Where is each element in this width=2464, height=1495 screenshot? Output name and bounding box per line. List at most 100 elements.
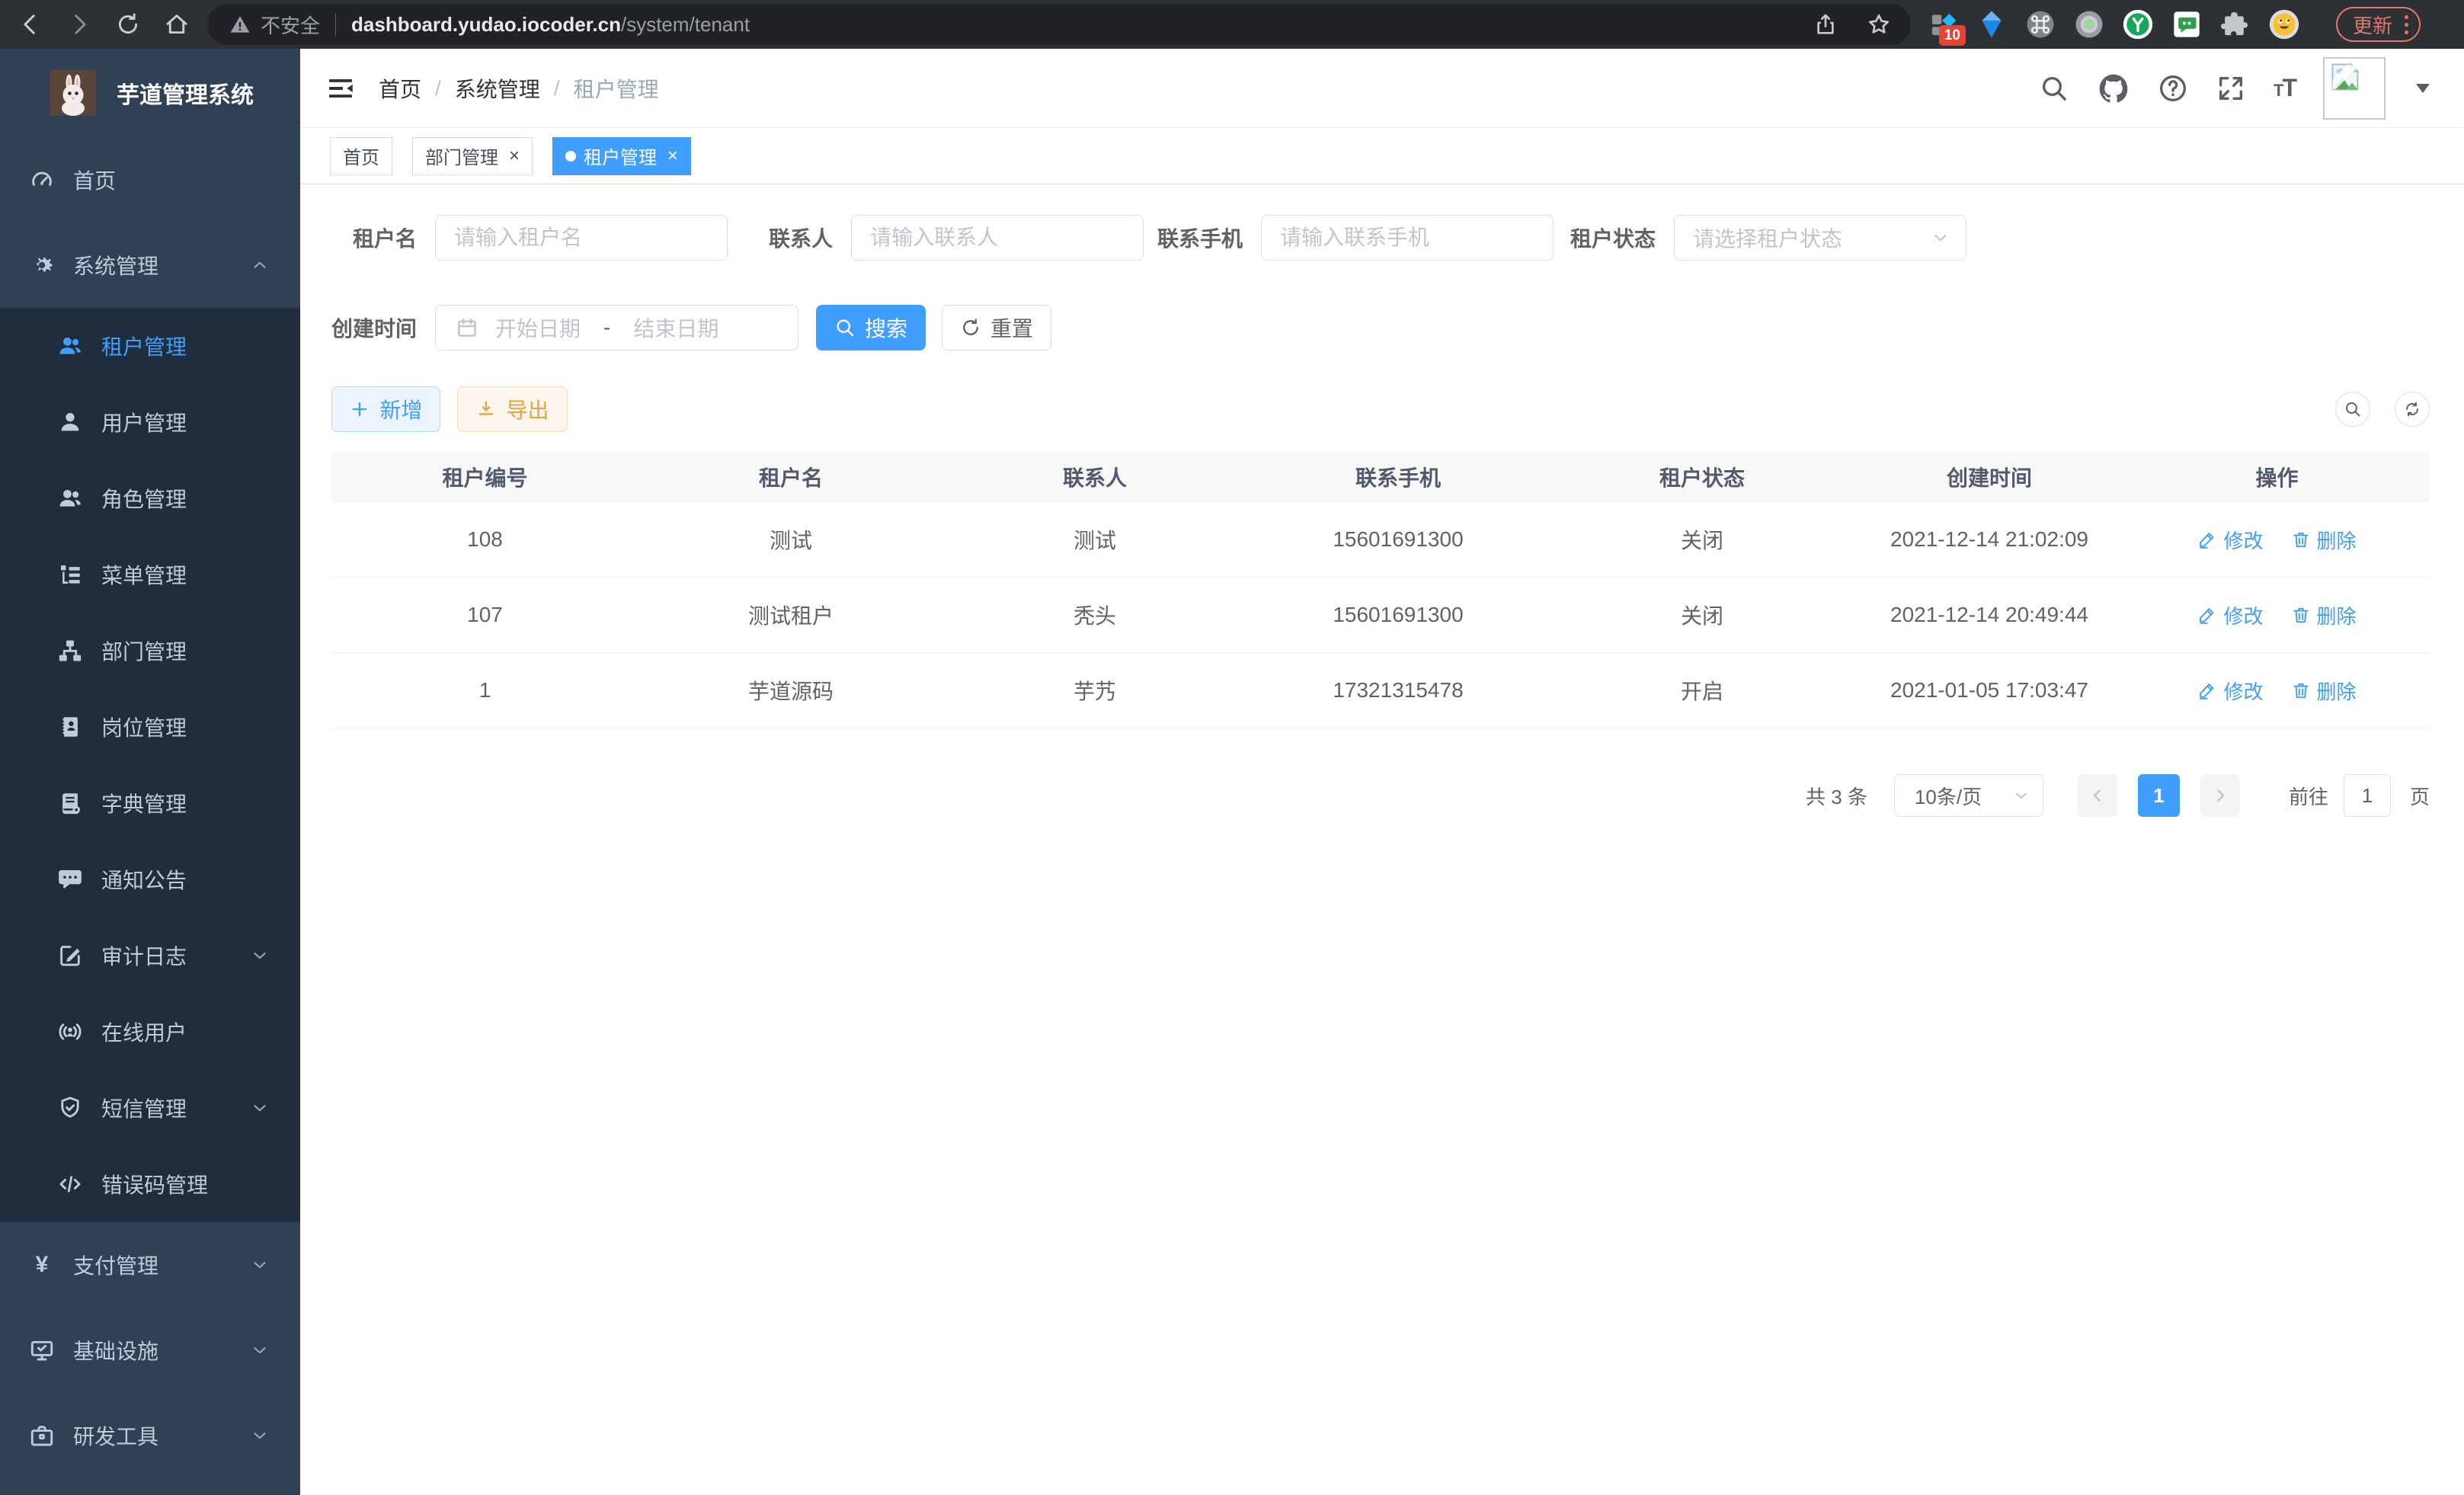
edit-icon xyxy=(2197,530,2217,549)
filter-row-1: 租户名 联系人 联系手机 租户状态 请选择租户状态 xyxy=(331,215,2430,261)
tab-close-icon[interactable]: × xyxy=(667,147,678,165)
delete-link[interactable]: 删除 xyxy=(2291,526,2357,554)
sidebar-item-role[interactable]: 角色管理 xyxy=(0,460,300,536)
cell-id: 1 xyxy=(331,678,638,703)
url-bar[interactable]: 不安全 dashboard.yudao.iocoder.cn/system/te… xyxy=(207,4,1911,45)
sidebar-item-home[interactable]: 首页 xyxy=(0,137,300,222)
extension-y-icon[interactable] xyxy=(2123,9,2153,40)
cell-created: 2021-12-14 20:49:44 xyxy=(1854,603,2124,627)
sidebar-item-tenant[interactable]: 租户管理 xyxy=(0,308,300,384)
hamburger-icon[interactable] xyxy=(327,75,354,102)
extension-ring-icon[interactable] xyxy=(2074,9,2104,40)
contact-input[interactable] xyxy=(851,215,1144,261)
tab-home[interactable]: 首页 xyxy=(330,137,392,175)
reset-button[interactable]: 重置 xyxy=(942,305,1051,351)
tab-label: 首页 xyxy=(343,142,379,169)
font-size-icon[interactable]: TT xyxy=(2274,74,2296,102)
extension-kite-icon[interactable] xyxy=(1976,9,2007,40)
col-header-contact: 联系人 xyxy=(943,462,1246,492)
role-users-icon xyxy=(57,485,83,511)
sidebar-item-post[interactable]: 岗位管理 xyxy=(0,689,300,765)
monitor-icon xyxy=(29,1337,55,1363)
reset-button-label: 重置 xyxy=(990,312,1033,343)
delete-label: 删除 xyxy=(2317,677,2357,705)
sidebar-item-pay[interactable]: ¥ 支付管理 xyxy=(0,1222,300,1308)
tab-tenant[interactable]: 租户管理 × xyxy=(552,137,691,175)
sidebar-item-audit-log[interactable]: 审计日志 xyxy=(0,917,300,994)
extension-tiles-icon[interactable]: 10 xyxy=(1928,9,1958,40)
sidebar-item-label: 在线用户 xyxy=(101,1016,187,1047)
delete-link[interactable]: 删除 xyxy=(2291,601,2357,629)
edit-link[interactable]: 修改 xyxy=(2197,601,2263,629)
goto-page-input[interactable] xyxy=(2344,774,2391,817)
delete-link[interactable]: 删除 xyxy=(2291,677,2357,705)
github-icon[interactable] xyxy=(2097,72,2130,105)
breadcrumb-system[interactable]: 系统管理 xyxy=(455,73,540,104)
notice-message-icon xyxy=(57,866,83,892)
header-search-icon[interactable] xyxy=(2039,73,2069,104)
mobile-input[interactable] xyxy=(1261,215,1554,261)
sidebar-item-devtools[interactable]: 研发工具 xyxy=(0,1393,300,1478)
bookmark-star-icon[interactable] xyxy=(1867,12,1891,37)
chevron-down-icon xyxy=(1931,228,1950,248)
next-page-button[interactable] xyxy=(2200,774,2240,817)
sidebar-item-infra[interactable]: 基础设施 xyxy=(0,1308,300,1393)
sidebar-item-online-user[interactable]: 在线用户 xyxy=(0,994,300,1070)
extension-command-icon[interactable] xyxy=(2025,9,2056,40)
avatar-caret-down-icon[interactable] xyxy=(2416,84,2430,93)
back-icon[interactable] xyxy=(14,8,47,41)
chevron-down-icon xyxy=(2012,786,2030,805)
tenant-name-input[interactable] xyxy=(435,215,728,261)
search-button[interactable]: 搜索 xyxy=(816,305,926,351)
toggle-search-button[interactable] xyxy=(2335,392,2370,427)
sidebar-item-menu[interactable]: 菜单管理 xyxy=(0,536,300,613)
browser-menu-kebab-icon[interactable] xyxy=(2405,15,2408,34)
broken-image-icon xyxy=(2326,60,2364,94)
sidebar-item-user[interactable]: 用户管理 xyxy=(0,384,300,460)
app-title: 芋道管理系统 xyxy=(117,76,254,110)
tab-dept[interactable]: 部门管理 × xyxy=(412,137,533,175)
sidebar-item-error-code[interactable]: 错误码管理 xyxy=(0,1146,300,1222)
sidebar-item-dict[interactable]: 字典管理 xyxy=(0,765,300,841)
plus-icon xyxy=(349,399,370,420)
status-select[interactable]: 请选择租户状态 xyxy=(1674,215,1966,261)
forward-icon[interactable] xyxy=(62,8,96,41)
export-button[interactable]: 导出 xyxy=(457,386,568,432)
page-size-select[interactable]: 10条/页 xyxy=(1894,774,2043,817)
fullscreen-icon[interactable] xyxy=(2216,73,2246,104)
toolbox-icon xyxy=(29,1423,55,1449)
goto-label: 前往 xyxy=(2289,782,2328,810)
home-icon[interactable] xyxy=(160,8,194,41)
puzzle-extensions-icon[interactable] xyxy=(2220,9,2251,40)
prev-page-button[interactable] xyxy=(2078,774,2117,817)
app-logo xyxy=(49,70,98,116)
profile-avatar-icon[interactable] xyxy=(2269,9,2299,40)
edit-link[interactable]: 修改 xyxy=(2197,677,2263,705)
extension-chat-icon[interactable] xyxy=(2171,9,2202,40)
trash-icon xyxy=(2291,530,2311,549)
page-number-current[interactable]: 1 xyxy=(2138,774,2180,817)
col-header-status: 租户状态 xyxy=(1550,462,1854,492)
sidebar-item-sms[interactable]: 短信管理 xyxy=(0,1070,300,1146)
cell-actions: 修改 删除 xyxy=(2124,601,2430,629)
browser-nav xyxy=(14,8,194,41)
help-icon[interactable] xyxy=(2158,73,2188,104)
sidebar-item-system[interactable]: 系统管理 xyxy=(0,222,300,308)
reload-icon[interactable] xyxy=(111,8,145,41)
sidebar-item-notice[interactable]: 通知公告 xyxy=(0,841,300,917)
app-logo-row[interactable]: 芋道管理系统 xyxy=(0,49,300,137)
breadcrumb-home[interactable]: 首页 xyxy=(379,73,421,104)
add-button[interactable]: 新增 xyxy=(331,386,440,432)
cell-id: 107 xyxy=(331,603,638,627)
start-date-placeholder: 开始日期 xyxy=(495,312,581,343)
col-header-mobile: 联系手机 xyxy=(1246,462,1550,492)
tab-close-icon[interactable]: × xyxy=(509,147,520,165)
user-avatar[interactable] xyxy=(2323,57,2386,120)
browser-update-button[interactable]: 更新 xyxy=(2336,7,2421,42)
edit-link[interactable]: 修改 xyxy=(2197,526,2263,554)
share-icon[interactable] xyxy=(1813,12,1838,37)
sidebar-item-label: 错误码管理 xyxy=(101,1169,208,1199)
refresh-table-button[interactable] xyxy=(2395,392,2430,427)
sidebar-item-dept[interactable]: 部门管理 xyxy=(0,613,300,689)
date-range-picker[interactable]: 开始日期 - 结束日期 xyxy=(435,305,798,351)
